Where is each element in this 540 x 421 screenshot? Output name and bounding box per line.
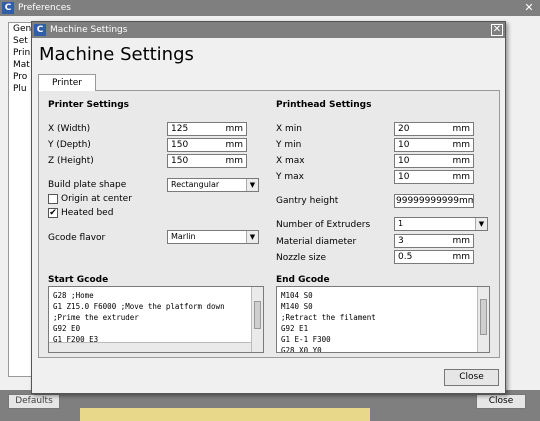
x-min-unit: mm xyxy=(452,124,470,134)
preferences-title: Preferences xyxy=(18,3,71,13)
heated-bed-label: Heated bed xyxy=(61,208,114,218)
build-plate-shape-select[interactable]: Rectangular ▼ xyxy=(167,178,259,192)
close-icon[interactable]: ✕ xyxy=(521,1,537,15)
x-max-unit: mm xyxy=(452,156,470,166)
dialog-titlebar: C Machine Settings ✕ xyxy=(32,22,505,38)
nozzle-size-label: Nozzle size xyxy=(276,253,327,263)
gcode-flavor-label: Gcode flavor xyxy=(48,233,106,243)
y-min-value: 10 xyxy=(398,140,410,150)
dialog-title: Machine Settings xyxy=(50,25,128,35)
y-max-input[interactable]: 10 mm xyxy=(394,170,474,184)
preferences-close-button[interactable]: Close xyxy=(476,394,526,409)
start-gcode-vertical-scrollbar[interactable] xyxy=(251,287,263,352)
z-height-value: 150 xyxy=(171,156,189,166)
scrollbar-thumb[interactable] xyxy=(480,299,487,335)
y-depth-input[interactable]: 150 mm xyxy=(167,138,247,152)
preferences-titlebar: C Preferences ✕ xyxy=(0,0,540,16)
material-diameter-unit: mm xyxy=(452,236,470,246)
origin-at-center-checkbox[interactable] xyxy=(48,194,58,204)
start-gcode-text: G28 ;Home G1 Z15.0 F6000 ;Move the platf… xyxy=(53,291,225,344)
end-gcode-editor[interactable]: M104 S0 M140 S0 ;Retract the filament G9… xyxy=(276,286,490,353)
z-height-unit: mm xyxy=(225,156,243,166)
printer-settings-heading: Printer Settings xyxy=(48,100,129,110)
number-of-extruders-select[interactable]: 1 ▼ xyxy=(394,217,488,231)
end-gcode-heading: End Gcode xyxy=(276,275,330,285)
number-of-extruders-label: Number of Extruders xyxy=(276,220,371,230)
y-min-input[interactable]: 10 mm xyxy=(394,138,474,152)
x-min-label: X min xyxy=(276,124,302,134)
start-gcode-heading: Start Gcode xyxy=(48,275,109,285)
dialog-close-button[interactable]: Close xyxy=(444,369,499,386)
defaults-button[interactable]: Defaults xyxy=(8,394,60,409)
origin-at-center-label: Origin at center xyxy=(61,194,132,204)
x-width-value: 125 xyxy=(171,124,189,134)
z-height-input[interactable]: 150 mm xyxy=(167,154,247,168)
end-gcode-vertical-scrollbar[interactable] xyxy=(477,287,489,352)
printhead-settings-heading: Printhead Settings xyxy=(276,100,372,110)
x-min-value: 20 xyxy=(398,124,410,134)
material-diameter-input[interactable]: 3 mm xyxy=(394,234,474,248)
y-depth-label: Y (Depth) xyxy=(48,140,91,150)
gcode-flavor-value: Marlin xyxy=(171,232,196,241)
x-width-label: X (Width) xyxy=(48,124,91,134)
y-min-label: Y min xyxy=(276,140,302,150)
chevron-down-icon: ▼ xyxy=(246,179,258,191)
background-strip xyxy=(80,408,370,421)
nozzle-size-unit: mm xyxy=(452,252,470,262)
gantry-height-unit: mm xyxy=(459,196,473,206)
build-plate-shape-label: Build plate shape xyxy=(48,180,127,190)
page-title: Machine Settings xyxy=(39,44,194,65)
y-depth-unit: mm xyxy=(225,140,243,150)
chevron-down-icon: ▼ xyxy=(246,231,258,243)
cura-logo-icon: C xyxy=(34,24,46,36)
x-max-value: 10 xyxy=(398,156,410,166)
end-gcode-text: M104 S0 M140 S0 ;Retract the filament G9… xyxy=(281,291,376,353)
z-height-label: Z (Height) xyxy=(48,156,94,166)
start-gcode-horizontal-scrollbar[interactable] xyxy=(49,342,251,352)
x-width-input[interactable]: 125 mm xyxy=(167,122,247,136)
machine-settings-dialog: C Machine Settings ✕ Machine Settings Pr… xyxy=(31,21,506,394)
y-min-unit: mm xyxy=(452,140,470,150)
gantry-height-label: Gantry height xyxy=(276,196,339,206)
build-plate-shape-value: Rectangular xyxy=(171,180,220,189)
number-of-extruders-value: 1 xyxy=(398,219,404,228)
nozzle-size-value: 0.5 xyxy=(398,252,413,262)
x-min-input[interactable]: 20 mm xyxy=(394,122,474,136)
material-diameter-label: Material diameter xyxy=(276,237,357,247)
gcode-flavor-select[interactable]: Marlin ▼ xyxy=(167,230,259,244)
chevron-down-icon: ▼ xyxy=(475,218,487,230)
close-icon[interactable]: ✕ xyxy=(491,24,503,36)
start-gcode-editor[interactable]: G28 ;Home G1 Z15.0 F6000 ;Move the platf… xyxy=(48,286,264,353)
tab-printer[interactable]: Printer xyxy=(38,74,96,91)
x-width-unit: mm xyxy=(225,124,243,134)
x-max-input[interactable]: 10 mm xyxy=(394,154,474,168)
y-depth-value: 150 xyxy=(171,140,189,150)
gantry-height-input[interactable]: 99999999999mm xyxy=(394,194,474,208)
cura-logo-icon: C xyxy=(2,2,14,14)
scrollbar-thumb[interactable] xyxy=(254,301,261,329)
gantry-height-value: 99999999999 xyxy=(396,196,459,206)
heated-bed-checkbox[interactable]: ✔ xyxy=(48,208,58,218)
x-max-label: X max xyxy=(276,156,305,166)
material-diameter-value: 3 xyxy=(398,236,404,246)
nozzle-size-input[interactable]: 0.5 mm xyxy=(394,250,474,264)
y-max-value: 10 xyxy=(398,172,410,182)
y-max-label: Y max xyxy=(276,172,304,182)
printer-tab-panel: Printer Settings X (Width) 125 mm Y (Dep… xyxy=(38,90,500,358)
y-max-unit: mm xyxy=(452,172,470,182)
